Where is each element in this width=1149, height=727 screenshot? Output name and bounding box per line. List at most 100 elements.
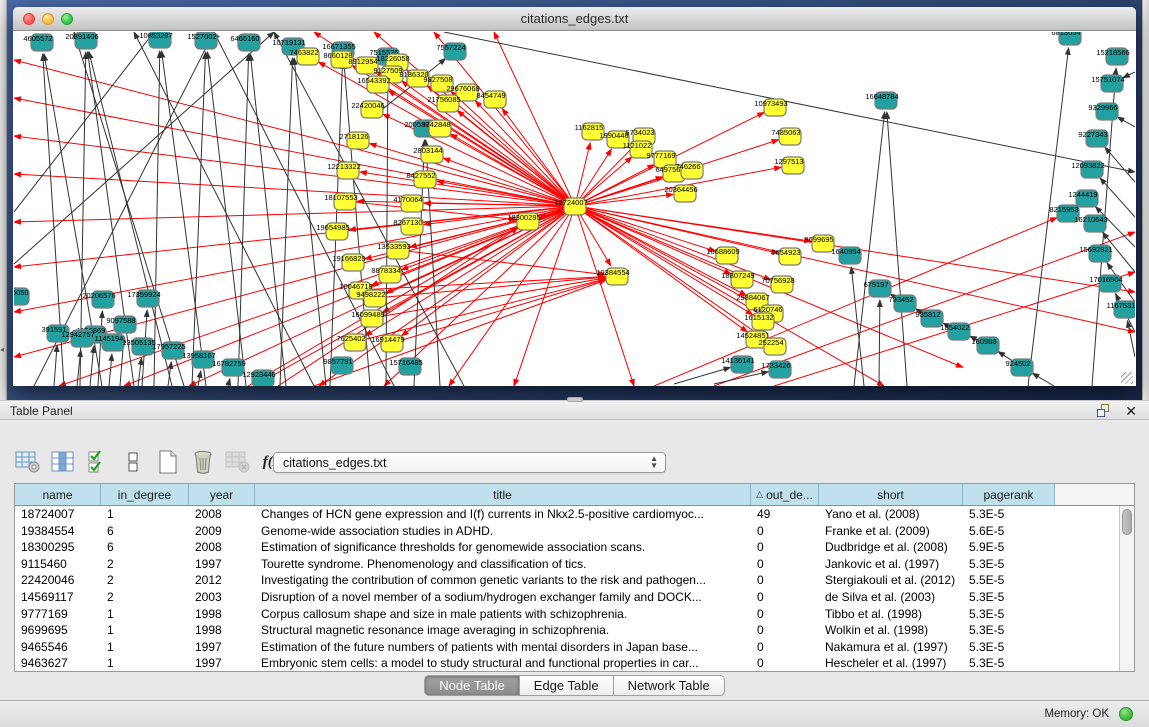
right-panel-divider[interactable] bbox=[1142, 0, 1149, 400]
graph-node-16543392[interactable]: 16543392 bbox=[357, 76, 390, 93]
graph-node-2718126[interactable]: 2718126 bbox=[339, 132, 369, 149]
graph-node-17359924[interactable]: 17359924 bbox=[127, 290, 160, 307]
table-selector-dropdown[interactable]: citations_edges.txt ▲▼ bbox=[273, 452, 666, 473]
graph-node-924502[interactable]: 924502 bbox=[1005, 359, 1033, 376]
graph-node-4605572[interactable]: 4605572 bbox=[23, 34, 53, 51]
column-header-short[interactable]: short bbox=[819, 484, 963, 505]
graph-node-14136141[interactable]: 14136141 bbox=[721, 356, 754, 373]
graph-node-1733426[interactable]: 1733426 bbox=[761, 361, 791, 378]
graph-node-13958167[interactable]: 13958167 bbox=[182, 351, 215, 368]
graph-node-16099489[interactable]: 16099489 bbox=[351, 310, 384, 327]
graph-node-7485063[interactable]: 7485063 bbox=[771, 128, 801, 145]
graph-node-17016504[interactable]: 17016504 bbox=[1089, 275, 1122, 292]
tab-node-table[interactable]: Node Table bbox=[424, 675, 520, 696]
graph-node-7463822[interactable]: 7463822 bbox=[289, 48, 319, 65]
network-canvas[interactable]: 4605572208914061085328715270026466160107… bbox=[14, 32, 1135, 386]
graph-node-8878334[interactable]: 8878334 bbox=[371, 266, 401, 283]
table-mode-icon[interactable] bbox=[14, 449, 41, 476]
memory-status-indicator[interactable] bbox=[1119, 707, 1133, 721]
graph-node-6466160[interactable]: 6466160 bbox=[230, 34, 260, 51]
column-header-year[interactable]: year bbox=[189, 484, 255, 505]
graph-node-16648784[interactable]: 16648784 bbox=[865, 92, 898, 109]
table-row[interactable]: 911546021997Tourette syndrome. Phenomeno… bbox=[15, 556, 1119, 573]
graph-node-22420046[interactable]: 22420046 bbox=[351, 101, 384, 118]
select-columns-icon[interactable] bbox=[84, 449, 111, 476]
float-panel-icon[interactable] bbox=[1097, 404, 1111, 418]
tab-edge-table[interactable]: Edge Table bbox=[520, 675, 614, 696]
table-row[interactable]: 977716911998Corpus callosum shape and si… bbox=[15, 606, 1119, 623]
graph-node-9699695[interactable]: 9699695 bbox=[804, 235, 834, 252]
graph-node-15716485[interactable]: 15716485 bbox=[389, 358, 422, 375]
graph-node-16210643[interactable]: 16210643 bbox=[1074, 215, 1107, 232]
column-header-in_degree[interactable]: in_degree bbox=[101, 484, 189, 505]
graph-node-18107553[interactable]: 18107553 bbox=[324, 193, 357, 210]
graph-node-8454749[interactable]: 8454749 bbox=[476, 91, 506, 108]
graph-node-160988[interactable]: 160988 bbox=[971, 337, 999, 354]
graph-node-2016050[interactable]: 2016050 bbox=[14, 288, 29, 305]
graph-node-793452[interactable]: 793452 bbox=[888, 295, 916, 312]
graph-node-15692921[interactable]: 15692921 bbox=[1079, 245, 1112, 262]
graph-node-9857791[interactable]: 9857791 bbox=[323, 357, 353, 374]
row-height-icon[interactable] bbox=[119, 449, 146, 476]
graph-node-1297513[interactable]: 1297513 bbox=[774, 157, 804, 174]
graph-node-252254[interactable]: 252254 bbox=[758, 338, 786, 355]
close-panel-icon[interactable]: ✕ bbox=[1125, 402, 1137, 420]
graph-node-17957225[interactable]: 17957225 bbox=[152, 342, 185, 359]
column-header-title[interactable]: title bbox=[255, 484, 751, 505]
graph-node-16914479[interactable]: 16914479 bbox=[371, 335, 404, 352]
graph-node-6813054[interactable]: 6813054 bbox=[1051, 32, 1081, 45]
graph-node-679197[interactable]: 679197 bbox=[863, 280, 891, 297]
graph-node-12923446[interactable]: 12923446 bbox=[242, 370, 275, 386]
graph-node-9498222[interactable]: 9498222 bbox=[356, 290, 386, 307]
graph-node-7557224[interactable]: 7557224 bbox=[436, 43, 466, 60]
delete-column-icon[interactable] bbox=[189, 449, 216, 476]
graph-node-19654985[interactable]: 19654985 bbox=[316, 223, 349, 240]
graph-node-15751074[interactable]: 15751074 bbox=[1091, 75, 1124, 92]
column-header-pagerank[interactable]: pagerank bbox=[963, 484, 1055, 505]
graph-node-20364456[interactable]: 20364456 bbox=[664, 185, 697, 202]
graph-node-20891406[interactable]: 20891406 bbox=[65, 32, 98, 49]
graph-node-9227343[interactable]: 9227343 bbox=[1078, 130, 1108, 147]
window-titlebar[interactable]: citations_edges.txt bbox=[13, 7, 1136, 31]
scrollbar-thumb[interactable] bbox=[1122, 509, 1132, 535]
table-row[interactable]: 1830029562008Estimation of significance … bbox=[15, 539, 1119, 556]
graph-node-2803144[interactable]: 2803144 bbox=[413, 146, 443, 163]
table-row[interactable]: 1456911722003Disruption of a novel membe… bbox=[15, 589, 1119, 606]
table-row[interactable]: 1938455462009Genome-wide association stu… bbox=[15, 523, 1119, 540]
vertical-scrollbar[interactable] bbox=[1119, 506, 1134, 671]
graph-node-70756928[interactable]: 70756928 bbox=[761, 276, 794, 293]
graph-node-935812[interactable]: 935812 bbox=[915, 310, 943, 327]
table-row[interactable]: 969969511998Structural magnetic resonanc… bbox=[15, 622, 1119, 639]
collapse-left-arrow-icon[interactable]: ◂ bbox=[0, 345, 4, 354]
graph-node-10973493[interactable]: 10973493 bbox=[754, 99, 787, 116]
graph-node-19384554[interactable]: 19384554 bbox=[596, 268, 629, 285]
show-columns-icon[interactable] bbox=[49, 449, 76, 476]
table-row[interactable]: 946362711997Embryonic stem cells: a mode… bbox=[15, 655, 1119, 671]
new-column-icon[interactable] bbox=[154, 449, 181, 476]
graph-node-13533593[interactable]: 13533593 bbox=[377, 242, 410, 259]
table-row[interactable]: 1872400712008Changes of HCN gene express… bbox=[15, 506, 1119, 523]
graph-node-4170064[interactable]: 4170064 bbox=[393, 195, 423, 212]
graph-node-8267130[interactable]: 8267130 bbox=[393, 218, 423, 235]
tab-network-table[interactable]: Network Table bbox=[614, 675, 725, 696]
table-row[interactable]: 946554611997Estimation of the future num… bbox=[15, 639, 1119, 656]
graph-node-10853287[interactable]: 10853287 bbox=[139, 32, 172, 48]
left-panel-divider[interactable]: ◂ bbox=[0, 0, 7, 400]
graph-node-10688609[interactable]: 10688609 bbox=[706, 247, 739, 264]
graph-node-9329966[interactable]: 9329966 bbox=[1088, 103, 1118, 120]
graph-node-19166829[interactable]: 19166829 bbox=[332, 254, 365, 271]
graph-node-16782759[interactable]: 16782759 bbox=[212, 359, 245, 376]
graph-node-12213322[interactable]: 12213322 bbox=[327, 162, 360, 179]
graph-node-15218566[interactable]: 15218566 bbox=[1096, 48, 1129, 65]
column-header-out_de[interactable]: △out_de... bbox=[751, 484, 819, 505]
graph-node-7625402[interactable]: 7625402 bbox=[336, 334, 366, 351]
table-row[interactable]: 2242004622012Investigating the contribut… bbox=[15, 572, 1119, 589]
graph-node-12093822[interactable]: 12093822 bbox=[1071, 161, 1104, 178]
graph-node-13505135[interactable]: 13505135 bbox=[122, 338, 155, 355]
graph-node-12942757[interactable]: 12942757 bbox=[61, 330, 94, 347]
graph-node-1527002[interactable]: 1527002 bbox=[187, 32, 217, 49]
graph-node-7654923[interactable]: 7654923 bbox=[771, 248, 801, 265]
graph-node-1145194[interactable]: 1145194 bbox=[95, 334, 124, 351]
graph-node-20206576[interactable]: 20206576 bbox=[82, 291, 115, 308]
graph-node-1640954[interactable]: 1640954 bbox=[831, 247, 861, 264]
